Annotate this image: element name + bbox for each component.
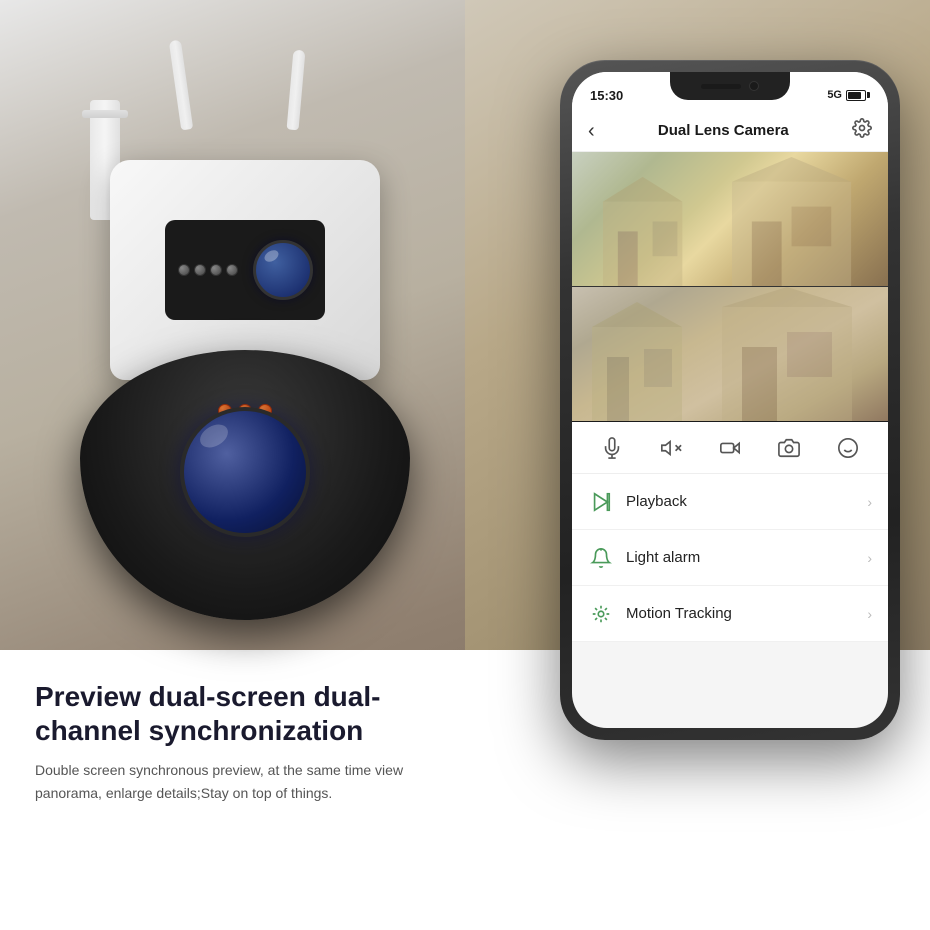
phone-notch <box>670 72 790 100</box>
battery-icon <box>846 90 870 101</box>
camera-icon <box>778 437 800 459</box>
status-time: 15:30 <box>590 88 623 103</box>
signal-label: 5G <box>827 89 842 101</box>
notch-camera-dot <box>749 81 759 91</box>
ir-dot-1 <box>178 264 190 276</box>
phone-screen: 15:30 5G ‹ Dual Lens Camera <box>572 72 888 728</box>
tracking-icon <box>588 601 614 627</box>
ir-dot-4 <box>226 264 238 276</box>
dome-lens <box>180 407 310 537</box>
alarm-chevron: › <box>867 550 872 566</box>
menu-item-tracking[interactable]: Motion Tracking › <box>572 586 888 642</box>
menu-item-playback[interactable]: Playback › <box>572 474 888 530</box>
menu-item-alarm[interactable]: Light alarm › <box>572 530 888 586</box>
battery-tip <box>867 92 870 98</box>
upper-lens <box>253 240 313 300</box>
phone-mockup: 15:30 5G ‹ Dual Lens Camera <box>560 60 900 740</box>
menu-item-tracking-left: Motion Tracking <box>588 601 732 627</box>
playback-label: Playback <box>626 493 687 510</box>
status-icons: 5G <box>827 89 870 101</box>
product-title: Preview dual-screen dual-channel synchro… <box>35 680 465 747</box>
camera-product <box>20 100 420 660</box>
camera-feed-top <box>572 152 888 287</box>
camera-feed-bottom <box>572 287 888 421</box>
camera-lens-upper <box>165 220 325 320</box>
building-top <box>572 152 888 286</box>
alarm-label: Light alarm <box>626 549 700 566</box>
mic-button[interactable] <box>592 428 632 468</box>
controls-row <box>572 422 888 474</box>
back-button[interactable]: ‹ <box>588 121 595 141</box>
playback-chevron: › <box>867 494 872 510</box>
menu-item-playback-left: Playback <box>588 489 687 515</box>
camera-feeds <box>572 152 888 422</box>
ir-dot-3 <box>210 264 222 276</box>
notch-speaker <box>701 84 741 89</box>
text-section: Preview dual-screen dual-channel synchro… <box>35 680 465 804</box>
camera-body-lower <box>80 350 410 620</box>
menu-item-alarm-left: Light alarm <box>588 545 700 571</box>
record-button[interactable] <box>710 428 750 468</box>
app-header: ‹ Dual Lens Camera <box>572 110 888 152</box>
building-bottom <box>572 287 888 421</box>
tracking-chevron: › <box>867 606 872 622</box>
mic-icon <box>601 437 623 459</box>
face-button[interactable] <box>828 428 868 468</box>
menu-list: Playback › Light alar <box>572 474 888 642</box>
ir-lights-upper <box>178 264 238 276</box>
photo-button[interactable] <box>769 428 809 468</box>
volume-mute-icon <box>660 437 682 459</box>
gear-icon <box>852 118 872 138</box>
camera-body-upper <box>110 160 380 380</box>
product-description: Double screen synchronous preview, at th… <box>35 759 465 804</box>
volume-button[interactable] <box>651 428 691 468</box>
face-icon <box>837 437 859 459</box>
record-icon <box>719 437 741 459</box>
battery-body <box>846 90 866 101</box>
ir-dot-2 <box>194 264 206 276</box>
battery-fill <box>848 92 861 99</box>
settings-button[interactable] <box>852 118 872 143</box>
alarm-icon <box>588 545 614 571</box>
playback-icon <box>588 489 614 515</box>
tracking-label: Motion Tracking <box>626 605 732 622</box>
app-title: Dual Lens Camera <box>658 122 789 139</box>
phone-frame: 15:30 5G ‹ Dual Lens Camera <box>560 60 900 740</box>
